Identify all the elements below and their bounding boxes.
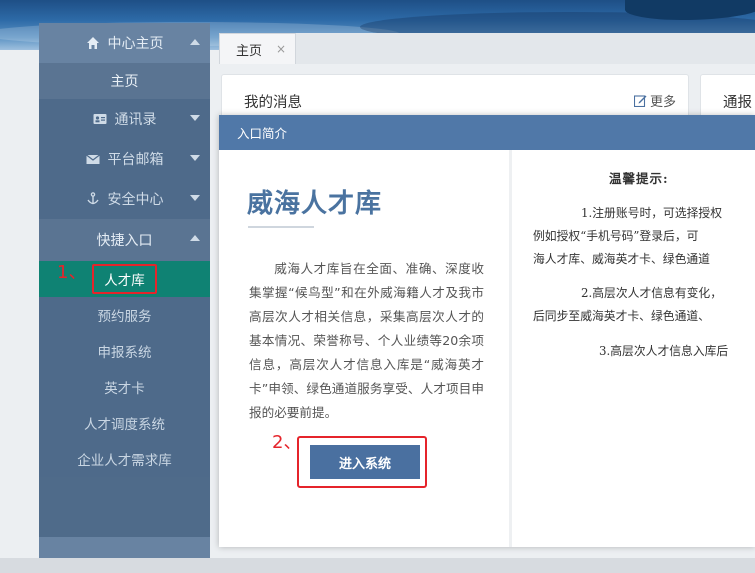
sidebar-item-contacts[interactable]: 通讯录 <box>39 99 210 139</box>
tip-paragraph-1: 1.注册账号时，可选择授权 例如授权“手机号码”登录后，可 海人才库、威海英才卡… <box>533 202 755 271</box>
card-title: 通报 <box>723 95 752 111</box>
tip-line: 3.高层次人才信息入库后 <box>599 344 729 358</box>
tip-paragraph-2: 2.高层次人才信息有变化， 后同步至威海英才卡、绿色通道、 <box>533 282 755 328</box>
tab-label: 主页 <box>236 43 263 59</box>
chevron-down-icon <box>190 195 200 201</box>
sidebar-item-label: 主页 <box>110 74 139 90</box>
sidebar-item-label: 英才卡 <box>104 381 145 397</box>
annotation-step-2: 2、 <box>272 432 302 453</box>
sidebar-item-label: 平台邮箱 <box>107 152 164 168</box>
modal-intro-panel: 威海人才库 威海人才库旨在全面、准确、深度收集掌握“候鸟型”和在外威海籍人才及我… <box>219 150 512 547</box>
sidebar-item-label: 预约服务 <box>97 309 152 325</box>
card-title: 我的消息 <box>244 95 302 111</box>
sidebar-item-talent-dispatch[interactable]: 人才调度系统 <box>39 405 210 441</box>
intro-title: 威海人才库 <box>247 189 383 219</box>
modal-tips-panel: 温馨提示: 1.注册账号时，可选择授权 例如授权“手机号码”登录后，可 海人才库… <box>515 150 755 547</box>
sidebar-item-mail[interactable]: 平台邮箱 <box>39 139 210 179</box>
sidebar-item-label: 人才调度系统 <box>84 417 165 433</box>
modal-title: 入口简介 <box>237 126 288 141</box>
address-card-icon <box>93 114 106 124</box>
sidebar-item-label: 快捷入口 <box>96 233 153 249</box>
sidebar-item-label: 申报系统 <box>97 345 152 361</box>
anchor-icon <box>86 192 99 205</box>
more-link[interactable]: 更多 <box>633 91 676 110</box>
sidebar-item-home-center[interactable]: 中心主页 <box>39 23 210 63</box>
tab-bar <box>219 33 755 64</box>
tips-title: 温馨提示: <box>609 171 669 186</box>
sidebar-item-label: 人才库 <box>104 273 145 289</box>
sidebar-item-appointment[interactable]: 预约服务 <box>39 297 210 333</box>
sidebar-item-declaration[interactable]: 申报系统 <box>39 333 210 369</box>
chevron-up-icon <box>190 39 200 45</box>
sidebar-item-quick-entry[interactable]: 快捷入口 <box>39 219 210 261</box>
enter-system-button[interactable]: 进入系统 <box>310 445 420 479</box>
tip-paragraph-3: 3.高层次人才信息入库后 <box>533 340 755 363</box>
chevron-down-icon <box>190 155 200 161</box>
tab-home[interactable]: 主页 × <box>219 33 296 64</box>
modal-header: 入口简介 <box>219 115 755 150</box>
edit-icon <box>633 95 647 107</box>
tip-line: 1.注册账号时，可选择授权 <box>581 206 723 220</box>
sidebar-item-label: 中心主页 <box>107 36 164 52</box>
sidebar-item-label: 安全中心 <box>107 192 164 208</box>
more-link-label: 更多 <box>649 95 676 110</box>
sidebar-item-enterprise-demand[interactable]: 企业人才需求库 <box>39 441 210 477</box>
title-underline <box>248 226 314 228</box>
tip-line: 例如授权“手机号码”登录后，可 <box>533 229 699 243</box>
close-icon[interactable]: × <box>276 42 286 56</box>
sidebar-item-home[interactable]: 主页 <box>39 63 210 99</box>
home-icon <box>86 37 99 49</box>
intro-modal: 入口简介 威海人才库 威海人才库旨在全面、准确、深度收集掌握“候鸟型”和在外威海… <box>219 115 755 547</box>
sidebar-item-label: 企业人才需求库 <box>77 453 172 469</box>
sidebar: 中心主页 主页 通讯录 平台邮箱 安全中心 快捷入口 人才库 预约服务 申报系统… <box>39 23 210 558</box>
sidebar-item-label: 通讯录 <box>114 112 157 128</box>
chevron-down-icon <box>190 115 200 121</box>
chevron-up-icon <box>190 235 200 241</box>
sidebar-item-security[interactable]: 安全中心 <box>39 179 210 219</box>
annotation-step-1: 1、 <box>57 262 87 283</box>
page-footer-strip <box>0 558 755 573</box>
sidebar-fill <box>39 477 210 537</box>
tip-line: 后同步至威海英才卡、绿色通道、 <box>533 309 710 323</box>
tip-line: 2.高层次人才信息有变化， <box>581 286 723 300</box>
highlight-box: 人才库 <box>92 264 157 294</box>
tip-line: 海人才库、威海英才卡、绿色通道 <box>533 252 710 266</box>
intro-description: 威海人才库旨在全面、准确、深度收集掌握“候鸟型”和在外威海籍人才及我市高层次人才… <box>249 261 484 420</box>
sidebar-item-talent-card[interactable]: 英才卡 <box>39 369 210 405</box>
envelope-icon <box>85 154 100 164</box>
